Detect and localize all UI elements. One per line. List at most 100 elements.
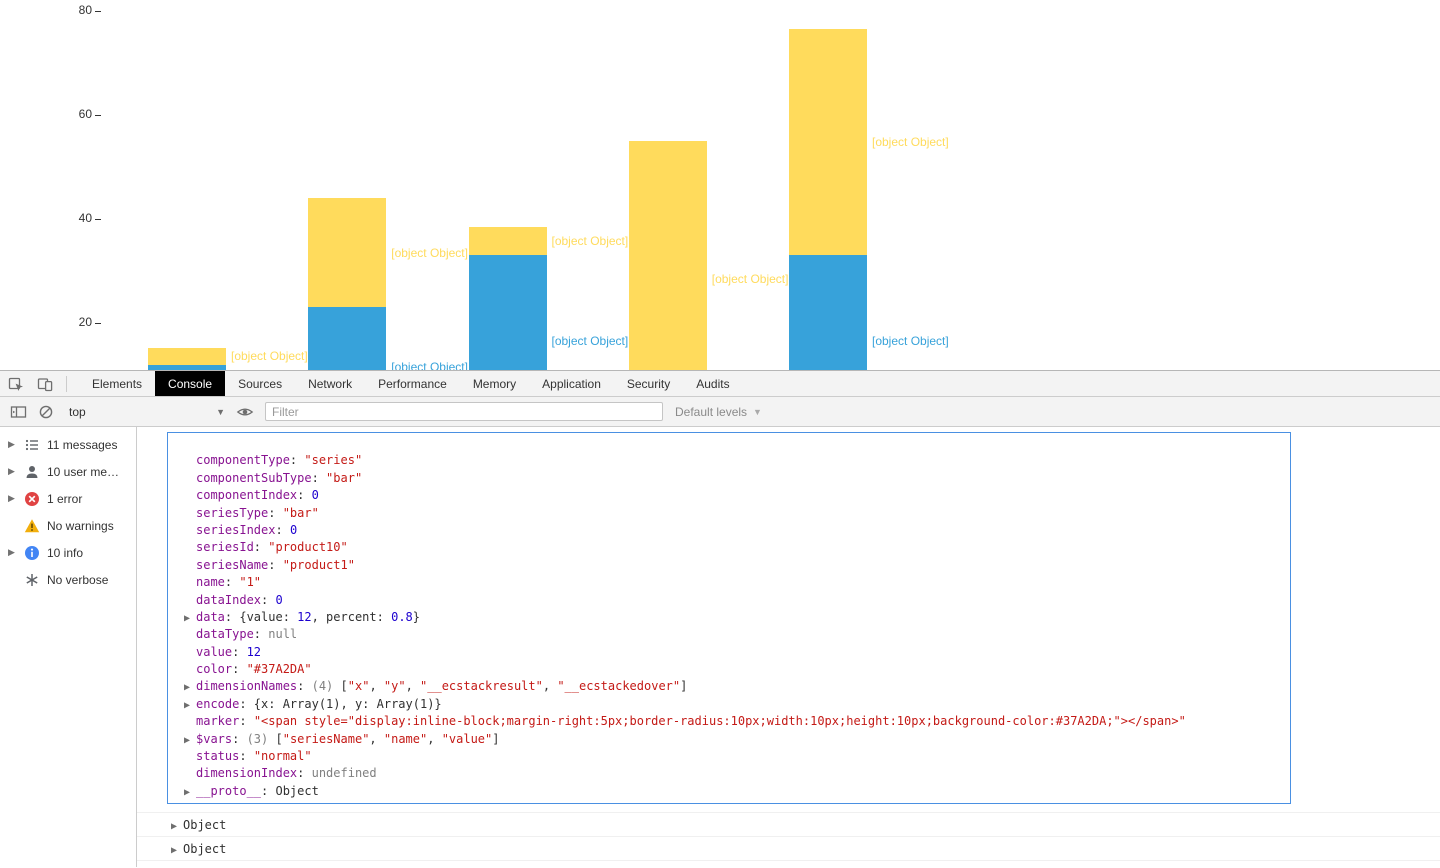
expander-icon[interactable]: ▶ [8, 466, 19, 477]
bar-label-product2-cat4: [object Object] [711, 271, 789, 286]
y-axis-tick-mark [95, 115, 101, 116]
tab-network[interactable]: Network [295, 371, 365, 396]
bar-label-product2-cat1: [object Object] [231, 349, 308, 364]
sidebar-item-no-warnings[interactable]: No warnings [0, 512, 136, 539]
tab-sources[interactable]: Sources [225, 371, 295, 396]
tabbar-icons [0, 371, 79, 396]
tab-security[interactable]: Security [614, 371, 683, 396]
sidebar-item-1-error[interactable]: ▶ 1 error [0, 485, 136, 512]
console-toolbar: top Default levels [0, 397, 1440, 427]
object-property-line: componentType: "series" [196, 453, 363, 468]
y-axis-tick-mark [95, 11, 101, 12]
expander-icon[interactable]: ▶ [184, 679, 196, 695]
sidebar-item-10-info[interactable]: ▶ 10 info [0, 539, 136, 566]
bar-label-product1-cat3: [object Object] [551, 334, 629, 349]
object-label: Object [183, 842, 227, 857]
expander-icon[interactable]: ▶ [184, 732, 196, 748]
object-property-line: componentSubType: "bar" [196, 470, 363, 485]
tab-memory[interactable]: Memory [460, 371, 529, 396]
collapsed-object-messages: ▶Object▶Object▶Object [137, 812, 1440, 867]
sidebar-item-label: 1 error [47, 491, 83, 506]
expander-icon[interactable]: ▶ [171, 815, 183, 839]
object-property-line: componentIndex: 0 [196, 488, 319, 503]
frame-context-label: top [69, 404, 86, 419]
bar-segment-product2-cat3 [468, 226, 547, 256]
sidebar-item-label: 10 info [47, 545, 84, 560]
sidebar-item-label: No warnings [47, 518, 114, 533]
expander-icon[interactable]: ▶ [171, 863, 183, 867]
tab-console[interactable]: Console [155, 371, 226, 396]
sidebar-item-label: 11 messages [47, 437, 118, 452]
bar-segment-product2-cat1 [148, 347, 226, 365]
object-property-line: marker: "<span style="display:inline-blo… [196, 714, 1186, 729]
object-property-line: ▶ __proto__: Object [172, 783, 1286, 800]
expander-icon[interactable]: ▶ [8, 493, 19, 504]
expanded-object-message: ▼Objecti componentType: "series"componen… [167, 432, 1291, 805]
expander-icon[interactable]: ▶ [184, 610, 196, 626]
console-filter-input[interactable] [265, 402, 663, 421]
error-icon [24, 491, 40, 507]
frame-context-selector[interactable]: top [65, 405, 225, 419]
bar-segment-product2-cat2 [308, 198, 387, 308]
object-property-line: seriesType: "bar" [196, 505, 319, 520]
object-property-line: dataIndex: 0 [196, 592, 283, 607]
info-icon [24, 545, 40, 561]
tabbar-separator [66, 375, 67, 392]
object-property-line: status: "normal" [196, 749, 312, 764]
console-sidebar: ▶ 11 messages ▶ 10 user me… ▶ 1 error No warni… [0, 427, 137, 867]
object-header-line: ▼Objecti [172, 435, 1286, 452]
clear-console-icon[interactable] [38, 404, 54, 420]
bar-label-product2-cat5: [object Object] [872, 135, 949, 150]
object-property-line: dimensionIndex: undefined [196, 766, 377, 781]
y-axis-tick-label: 40 [78, 211, 92, 225]
stacked-bar-chart: 20 40 60 80 [object Object] [object Object] [o… [0, 0, 1440, 370]
devtools-panel: Elements Console Sources Network Performance… [0, 370, 1440, 868]
bar-label-product2-cat3: [object Object] [551, 234, 629, 249]
inspect-element-icon[interactable] [8, 376, 24, 392]
sidebar-item-label: 10 user me… [47, 464, 120, 479]
collapsed-object-message[interactable]: ▶Object [137, 860, 1440, 867]
bar-segment-product2-cat5 [789, 29, 867, 256]
object-property-line: dataType: null [196, 627, 298, 642]
y-axis-tick-mark [95, 323, 101, 324]
expander-icon[interactable]: ▶ [8, 547, 19, 558]
collapsed-object-message[interactable]: ▶Object [137, 812, 1440, 836]
tab-elements[interactable]: Elements [79, 371, 155, 396]
sidebar-item-10-user-me-[interactable]: ▶ 10 user me… [0, 458, 136, 485]
messages-icon [24, 437, 40, 453]
expander-icon[interactable]: ▶ [184, 784, 196, 800]
sidebar-item-no-verbose[interactable]: No verbose [0, 566, 136, 593]
device-toolbar-icon[interactable] [37, 376, 53, 392]
y-axis-tick-label: 80 [78, 3, 92, 17]
object-property-line: seriesName: "product1" [196, 557, 355, 572]
bar-segment-product1-cat2 [308, 307, 387, 370]
bar-label-product1-cat2: [object Object] [391, 360, 468, 370]
y-axis-tick-label: 20 [78, 315, 92, 329]
console-sidebar-toggle-icon[interactable] [10, 404, 27, 420]
object-property-line: ▶ dimensionNames: (4) ["x", "y", "__ecsta… [172, 678, 1286, 695]
expander-icon[interactable]: ▶ [171, 839, 183, 863]
bar-label-product1-cat5: [object Object] [872, 334, 949, 349]
object-property-line: color: "#37A2DA" [196, 662, 312, 677]
devtools-tabbar: Elements Console Sources Network Performance… [0, 371, 1440, 397]
default-levels-dropdown[interactable]: Default levels [675, 405, 762, 419]
tab-application[interactable]: Application [529, 371, 614, 396]
y-axis-tick-label: 60 [78, 107, 92, 121]
console-messages: ▼Objecti componentType: "series"componen… [137, 427, 1440, 867]
tab-performance[interactable]: Performance [365, 371, 460, 396]
bar-segment-product1-cat3 [468, 255, 547, 370]
collapsed-object-message[interactable]: ▶Object [137, 836, 1440, 860]
chevron-down-icon [216, 407, 225, 417]
object-label: Object [183, 866, 226, 867]
tab-audits[interactable]: Audits [683, 371, 742, 396]
expander-icon[interactable]: ▶ [184, 697, 196, 713]
sidebar-item-11-messages[interactable]: ▶ 11 messages [0, 431, 136, 458]
eye-icon[interactable] [236, 404, 254, 420]
bar-segment-product1-cat1 [148, 364, 226, 370]
verbose-icon [24, 572, 40, 588]
expander-icon[interactable]: ▶ [8, 439, 19, 450]
object-properties: componentType: "series" componentSubType:… [172, 452, 1286, 800]
bar-segment-product2-cat4 [628, 141, 707, 370]
object-property-line: ▶ $vars: (3) ["seriesName", "name", "valu… [172, 731, 1286, 748]
object-property-line: name: "1" [196, 575, 262, 590]
